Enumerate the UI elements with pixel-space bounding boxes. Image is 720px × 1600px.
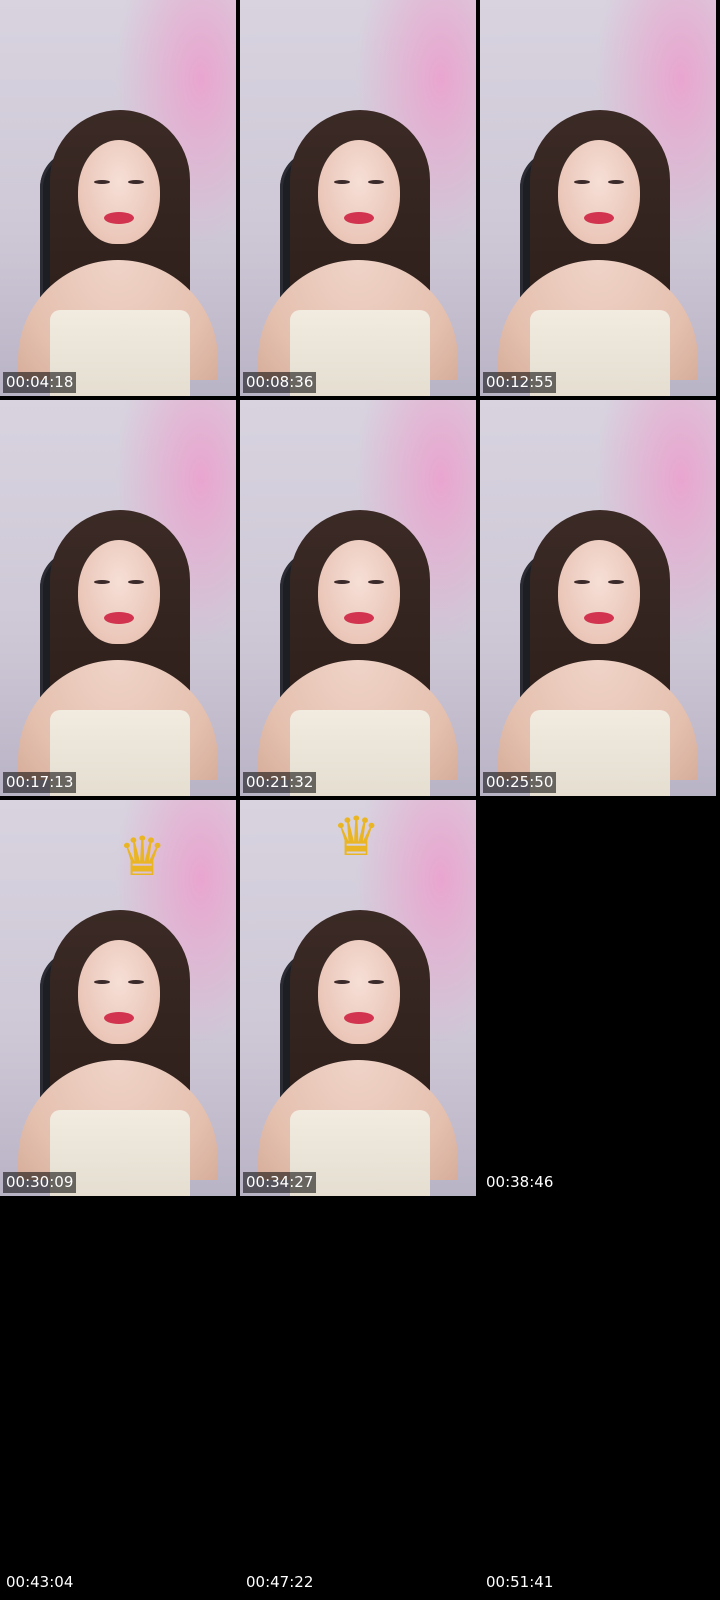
eye [128,580,144,584]
lips [584,212,614,224]
crown-icon: ♛ [118,825,167,888]
eye [94,580,110,584]
eye [334,980,350,984]
frame-timestamp: 00:04:18 [3,372,77,393]
lips [584,612,614,624]
lips [104,612,134,624]
contact-sheet: 00:04:18 00:08:36 00:12:55 00:17:13 00:2… [0,0,720,1600]
frame-thumbnail-empty[interactable]: 00:38:46 [480,800,716,1196]
face [78,140,160,244]
eye [368,980,384,984]
eye [128,980,144,984]
frame-timestamp: 00:38:46 [486,1173,554,1191]
face [318,140,400,244]
frame-image-blank [240,1200,476,1596]
frame-image-blank [480,1200,716,1596]
frame-thumbnail[interactable]: 00:17:13 [0,400,236,796]
frame-timestamp: 00:43:04 [6,1573,74,1591]
frame-thumbnail-empty[interactable]: 00:51:41 [480,1200,716,1596]
frame-thumbnail[interactable]: 00:08:36 [240,0,476,396]
eye [368,580,384,584]
eye [128,180,144,184]
frame-timestamp: 00:34:27 [243,1172,317,1193]
lips [344,612,374,624]
eye [574,180,590,184]
frame-thumbnail-empty[interactable]: 00:47:22 [240,1200,476,1596]
frame-timestamp: 00:21:32 [243,772,317,793]
lips [344,212,374,224]
eye [334,580,350,584]
frame-timestamp: 00:47:22 [246,1573,314,1591]
frame-timestamp: 00:12:55 [483,372,557,393]
face [78,940,160,1044]
face [318,540,400,644]
frame-timestamp: 00:30:09 [3,1172,77,1193]
face [558,140,640,244]
eye [94,980,110,984]
frame-thumbnail[interactable]: 00:04:18 [0,0,236,396]
frame-timestamp: 00:25:50 [483,772,557,793]
frame-timestamp: 00:08:36 [243,372,317,393]
crown-icon: ♛ [332,805,381,868]
lips [344,1012,374,1024]
face [318,940,400,1044]
frame-thumbnail[interactable]: 00:12:55 [480,0,716,396]
frame-timestamp: 00:17:13 [3,772,77,793]
frame-timestamp: 00:51:41 [486,1573,554,1591]
frame-thumbnail[interactable]: 00:25:50 [480,400,716,796]
eye [608,580,624,584]
eye [334,180,350,184]
lips [104,212,134,224]
frame-thumbnail[interactable]: ♛ 00:34:27 [240,800,476,1196]
eye [574,580,590,584]
eye [94,180,110,184]
lips [104,1012,134,1024]
eye [368,180,384,184]
frame-image-blank [480,800,716,1196]
frame-thumbnail[interactable]: 00:21:32 [240,400,476,796]
face [558,540,640,644]
face [78,540,160,644]
eye [608,180,624,184]
frame-image-blank [0,1200,236,1596]
frame-thumbnail-empty[interactable]: 00:43:04 [0,1200,236,1596]
frame-thumbnail[interactable]: ♛ 00:30:09 [0,800,236,1196]
